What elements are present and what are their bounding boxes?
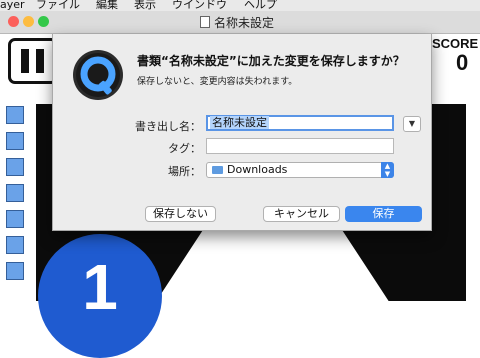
score-value: 0 (456, 50, 469, 75)
location-label: 場所： (168, 165, 201, 178)
menu-edit[interactable]: 編集 (96, 0, 118, 10)
location-popup[interactable]: Downloads ▲ ▼ (206, 162, 394, 178)
lane-tile (6, 132, 24, 150)
dialog-subtext: 保存しないと、変更内容は失われます。 (137, 77, 298, 87)
quicktime-icon (73, 50, 123, 100)
tags-label: タグ： (168, 142, 201, 155)
ball-number: 1 (82, 251, 118, 323)
save-as-field[interactable]: 名称未設定 (206, 115, 394, 131)
lane-tile (6, 236, 24, 254)
number-ball: 1 (38, 234, 162, 358)
lane-tile (6, 184, 24, 202)
minimize-window-button[interactable] (23, 16, 34, 27)
lane-tile (6, 106, 24, 124)
lane-tile (6, 158, 24, 176)
window-titlebar: 名称未設定 (0, 11, 480, 34)
zoom-window-button[interactable] (38, 16, 49, 27)
tags-field[interactable] (206, 138, 394, 154)
window-title: 名称未設定 (214, 16, 275, 30)
lane-tile (6, 262, 24, 280)
save-button[interactable]: 保存 (345, 206, 422, 222)
dialog-heading: 書類“名称未設定”に加えた変更を保存しますか？ (137, 54, 405, 68)
save-as-value: 名称未設定 (210, 116, 269, 129)
popup-stepper-icon: ▲ ▼ (381, 162, 394, 178)
menu-app[interactable]: ayer (0, 0, 25, 10)
folder-icon (212, 166, 223, 174)
dont-save-button[interactable]: 保存しない (145, 206, 216, 222)
pause-button[interactable] (8, 38, 58, 84)
chevron-down-icon: ▼ (408, 119, 416, 128)
menu-window[interactable]: ウインドウ (172, 0, 227, 10)
menu-file[interactable]: ファイル (36, 0, 80, 10)
save-as-label: 書き出し名： (135, 120, 201, 133)
menu-help[interactable]: ヘルプ (244, 0, 277, 10)
lane-tile (6, 210, 24, 228)
location-value: Downloads (227, 163, 288, 176)
close-window-button[interactable] (8, 16, 19, 27)
cancel-button[interactable]: キャンセル (263, 206, 340, 222)
score-label: SCORE (432, 36, 479, 51)
expand-dialog-button[interactable]: ▼ (403, 116, 421, 132)
menu-view[interactable]: 表示 (134, 0, 156, 10)
document-icon (200, 16, 210, 28)
window-title-group: 名称未設定 (200, 14, 274, 31)
save-dialog: 書類“名称未設定”に加えた変更を保存しますか？ 保存しないと、変更内容は失われま… (52, 34, 432, 231)
